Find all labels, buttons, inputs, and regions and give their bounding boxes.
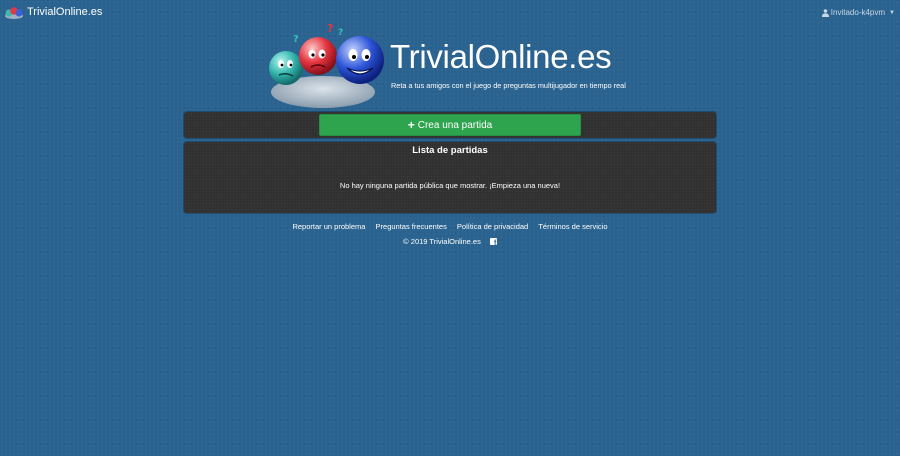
brand-link[interactable]: TrivialOnline.es [4, 5, 102, 19]
create-game-label: Crea una partida [417, 119, 493, 131]
svg-text:?: ? [293, 34, 299, 45]
navbar: TrivialOnline.es Invitado-k4pvm ▼ [0, 0, 900, 26]
caret-down-icon: ▼ [889, 9, 895, 16]
svg-text:?: ? [327, 22, 333, 35]
footer-link-privacy[interactable]: Política de privacidad [457, 222, 528, 231]
games-list-panel: Lista de partidas No hay ninguna partida… [184, 142, 716, 213]
games-empty-message: No hay ninguna partida pública que mostr… [339, 181, 561, 190]
tagline: Reta a tus amigos con el juego de pregun… [391, 81, 626, 90]
games-list-title: Lista de partidas [412, 145, 488, 156]
brand-name: TrivialOnline.es [27, 6, 103, 18]
create-game-button[interactable]: + Crea una partida [319, 114, 581, 136]
trivia-balls-logo: ? ? ? ? [269, 22, 384, 108]
footer-links: Reportar un problema Preguntas frecuente… [0, 222, 900, 231]
site-title: TrivialOnline.es [390, 38, 612, 75]
user-icon [821, 8, 829, 17]
facebook-icon[interactable] [489, 238, 497, 247]
user-menu[interactable]: Invitado-k4pvm ▼ [821, 8, 895, 17]
svg-text:?: ? [338, 28, 343, 38]
copyright: © 2019 TrivialOnline.es [0, 237, 900, 247]
create-game-panel: + Crea una partida [184, 112, 716, 138]
footer-link-faq[interactable]: Preguntas frecuentes [376, 222, 447, 231]
footer-link-report[interactable]: Reportar un problema [292, 222, 365, 231]
footer-link-terms[interactable]: Términos de servicio [538, 222, 607, 231]
copyright-text: © 2019 TrivialOnline.es [403, 237, 481, 246]
username: Invitado-k4pvm [830, 8, 886, 17]
brand-logo-icon [5, 7, 23, 19]
plus-icon: + [407, 118, 415, 132]
